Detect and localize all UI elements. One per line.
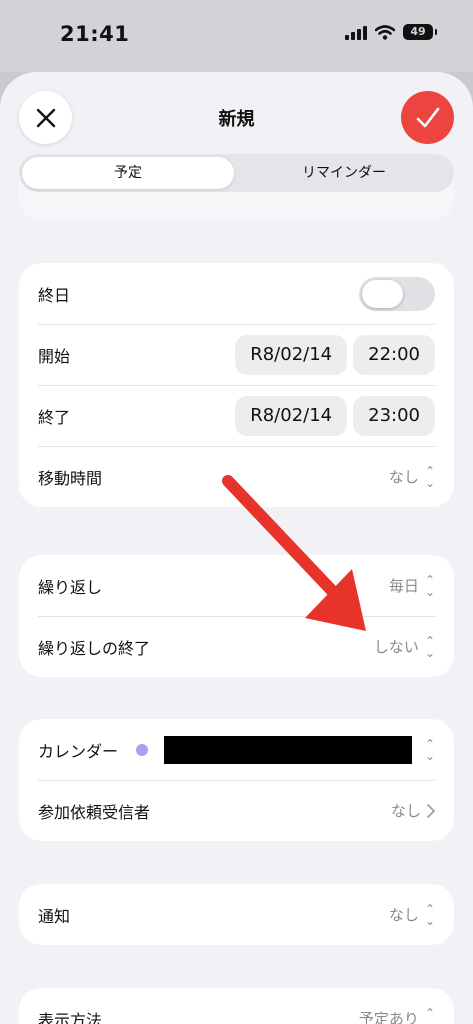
calendar-color-dot — [136, 743, 149, 756]
checkmark-icon — [416, 107, 439, 127]
notification-label: 通知 — [38, 906, 71, 926]
chevron-right-icon — [427, 803, 435, 818]
all-day-toggle[interactable] — [359, 276, 435, 311]
status-icons: 49 — [345, 24, 437, 40]
invitees-value: なし — [390, 802, 421, 820]
end-row: 終了 R8/02/14 23:00 — [19, 385, 454, 446]
repeat-label: 繰り返し — [38, 577, 103, 597]
done-button[interactable] — [401, 91, 454, 144]
travel-time-label: 移動時間 — [38, 468, 103, 488]
calendar-row[interactable]: カレンダー ⌃ ⌄ — [19, 719, 454, 780]
display-label: 表示方法 — [38, 1010, 103, 1024]
segment-reminder[interactable]: リマインダー — [237, 157, 451, 189]
repeat-card: 繰り返し 毎日 ⌃ ⌄ 繰り返しの終了 しない ⌃ ⌄ — [19, 555, 454, 677]
start-date-button[interactable]: R8/02/14 — [235, 334, 348, 375]
invitees-row[interactable]: 参加依頼受信者 なし — [19, 780, 454, 841]
chevron-up-down-icon: ⌃⌄ — [424, 572, 435, 599]
chevron-up-down-icon: ⌃⌄ — [424, 736, 435, 763]
repeat-end-row[interactable]: 繰り返しの終了 しない ⌃ ⌄ — [19, 616, 454, 677]
cellular-signal-icon — [345, 24, 367, 40]
datetime-card: 終日 開始 R8/02/14 22:00 終了 R8/02/14 23:00 移… — [19, 263, 454, 507]
start-row: 開始 R8/02/14 22:00 — [19, 324, 454, 385]
repeat-end-value: しない — [373, 638, 419, 656]
display-card: 表示方法 予定あり ⌃⌄ — [19, 988, 454, 1024]
chevron-up-down-icon: ⌃⌄ — [424, 901, 435, 928]
display-value: 予定あり — [358, 1010, 419, 1024]
battery-icon: 49 — [403, 24, 437, 40]
notification-card: 通知 なし ⌃ ⌄ — [19, 884, 454, 945]
new-event-sheet: 新規 予定 リマインダー 終日 開始 R8/02/14 22:00 終了 R8/… — [0, 72, 473, 1024]
all-day-row: 終日 — [19, 263, 454, 324]
end-date-button[interactable]: R8/02/14 — [235, 395, 348, 436]
display-row[interactable]: 表示方法 予定あり ⌃⌄ — [19, 988, 454, 1024]
status-bar: 21:41 49 — [0, 0, 473, 72]
repeat-value: 毎日 — [388, 577, 419, 595]
notification-row[interactable]: 通知 なし ⌃ ⌄ — [19, 884, 454, 945]
invitees-label: 参加依頼受信者 — [38, 802, 151, 822]
chevron-up-down-icon: ⌃⌄ — [424, 1005, 435, 1024]
end-time-button[interactable]: 23:00 — [353, 395, 435, 436]
travel-time-row[interactable]: 移動時間 なし ⌃ ⌄ — [19, 446, 454, 507]
start-time-button[interactable]: 22:00 — [353, 334, 435, 375]
status-time: 21:41 — [60, 22, 130, 46]
toggle-knob — [362, 279, 403, 308]
chevron-up-down-icon: ⌃⌄ — [424, 633, 435, 660]
chevron-up-down-icon: ⌃⌄ — [424, 463, 435, 490]
repeat-row[interactable]: 繰り返し 毎日 ⌃ ⌄ — [19, 555, 454, 616]
sheet-header: 新規 予定 リマインダー — [0, 72, 473, 212]
wifi-icon — [375, 24, 395, 40]
calendar-label: カレンダー — [38, 741, 119, 761]
event-type-segmented-control: 予定 リマインダー — [19, 154, 454, 192]
segment-event[interactable]: 予定 — [22, 157, 234, 189]
notification-value: なし — [388, 906, 419, 924]
repeat-end-label: 繰り返しの終了 — [38, 638, 151, 658]
start-label: 開始 — [38, 346, 71, 366]
travel-time-value: なし — [388, 468, 419, 486]
all-day-label: 終日 — [38, 285, 71, 305]
end-label: 終了 — [38, 407, 71, 427]
calendar-card: カレンダー ⌃ ⌄ 参加依頼受信者 なし — [19, 719, 454, 841]
redacted-calendar-name — [164, 735, 413, 764]
